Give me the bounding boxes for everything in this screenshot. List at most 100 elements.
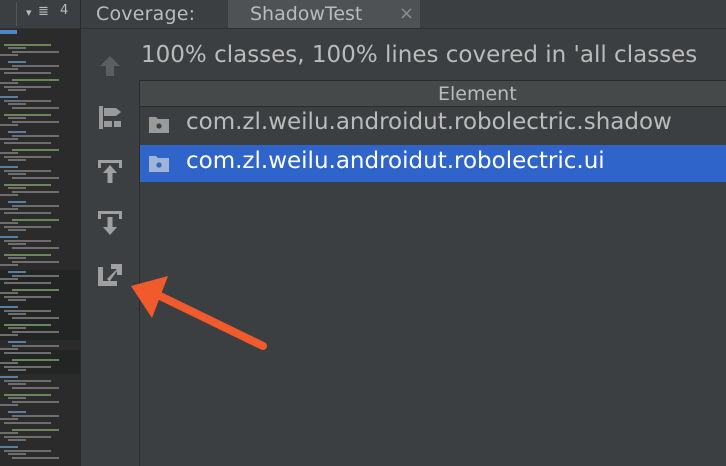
minimap-line [0, 208, 18, 210]
close-icon[interactable]: × [399, 3, 414, 24]
minimap-line [4, 435, 51, 438]
minimap-line [8, 299, 26, 301]
minimap-line [4, 295, 51, 298]
minimap-line [12, 190, 59, 193]
flatten-packages-icon[interactable] [95, 103, 125, 133]
minimap-line [12, 344, 59, 347]
editor-minimap: ▾ ≣ 4 [0, 0, 81, 466]
minimap-line [12, 456, 59, 459]
minimap-line [12, 330, 59, 333]
minimap-line [12, 358, 59, 361]
minimap-line [8, 439, 26, 441]
minimap-line [0, 264, 18, 266]
minimap-line [0, 138, 18, 140]
minimap-line [12, 246, 59, 249]
minimap-line [8, 257, 26, 259]
minimap-line [12, 50, 59, 53]
minimap-line [0, 152, 18, 154]
active-tab-accent [0, 30, 17, 34]
minimap-line [8, 103, 26, 105]
table-row-selected[interactable]: com.zl.weilu.androidut.robolectric.ui [140, 145, 726, 182]
minimap-line [12, 204, 59, 207]
minimap-line [4, 43, 51, 46]
minimap-line [4, 71, 51, 74]
minimap-line [12, 288, 59, 291]
minimap-line [8, 61, 26, 63]
minimap-line [4, 85, 51, 88]
minimap-line [0, 334, 18, 336]
minimap-line [0, 432, 18, 434]
minimap-line [0, 68, 18, 70]
minimap-line [0, 404, 18, 406]
minimap-line [8, 313, 26, 315]
minimap-line [12, 218, 59, 221]
minimap-line [4, 141, 51, 144]
minimap-line [12, 316, 59, 319]
tab-shadowtest[interactable]: ShadowTest × [228, 0, 420, 28]
coverage-header: Coverage: ShadowTest × [81, 0, 726, 29]
minimap-line [4, 323, 51, 326]
minimap-line [0, 362, 18, 364]
minimap-line [8, 369, 26, 371]
minimap-line [8, 187, 26, 189]
minimap-line [12, 260, 59, 263]
minimap-line [8, 327, 26, 329]
minimap-line [8, 271, 26, 273]
table-row[interactable]: com.zl.weilu.androidut.robolectric.shado… [140, 106, 726, 143]
minimap-line [0, 82, 18, 84]
minimap-line [0, 96, 18, 98]
minimap-line [8, 411, 26, 413]
minimap-line [12, 64, 59, 67]
minimap-line [8, 117, 26, 119]
minimap-line [12, 78, 59, 81]
minimap-line [8, 201, 26, 203]
coverage-title: Coverage: [96, 3, 196, 25]
list-icon[interactable]: ≣ [38, 4, 49, 19]
minimap-line [8, 243, 26, 245]
minimap-line [12, 148, 59, 151]
minimap-line [0, 194, 18, 196]
row-label: com.zl.weilu.androidut.robolectric.ui [186, 148, 605, 174]
import-icon[interactable] [95, 156, 125, 186]
minimap-line [4, 365, 51, 368]
minimap-band [0, 270, 80, 340]
minimap-line [4, 449, 51, 452]
minimap-line [12, 274, 59, 277]
minimap-line [0, 222, 18, 224]
minimap-line [0, 348, 18, 350]
minimap-line [12, 400, 59, 403]
minimap-line [4, 421, 51, 424]
minimap-line [8, 341, 26, 343]
minimap-line [0, 376, 18, 378]
minimap-line [4, 379, 51, 382]
minimap-line [0, 278, 18, 280]
export-icon[interactable] [95, 207, 125, 237]
chevron-down-icon[interactable]: ▾ [26, 6, 32, 19]
table-header[interactable]: Element [140, 80, 726, 107]
panel-count: 4 [60, 3, 69, 18]
minimap-line [8, 453, 26, 455]
row-label: com.zl.weilu.androidut.robolectric.shado… [186, 109, 672, 135]
generate-report-icon[interactable] [95, 259, 125, 289]
minimap-line [0, 124, 18, 126]
minimap-line [4, 211, 51, 214]
up-arrow-icon[interactable] [95, 51, 125, 81]
minimap-line [12, 428, 59, 431]
minimap-line [0, 418, 18, 420]
minimap-line [0, 236, 18, 238]
minimap-line [8, 173, 26, 175]
minimap-line [4, 155, 51, 158]
minimap-line [0, 166, 18, 168]
coverage-toolbar [81, 29, 139, 466]
minimap-line [12, 176, 59, 179]
minimap-line [12, 414, 59, 417]
divider [16, 2, 17, 26]
minimap-line [4, 351, 51, 354]
minimap-line [4, 393, 51, 396]
minimap-line [12, 106, 59, 109]
minimap-line [4, 99, 51, 102]
minimap-line [0, 292, 18, 294]
minimap-line [0, 446, 18, 448]
column-header-element[interactable]: Element [438, 83, 517, 105]
coverage-table: Element com.zl.weilu.androidut.robolectr… [139, 80, 726, 466]
